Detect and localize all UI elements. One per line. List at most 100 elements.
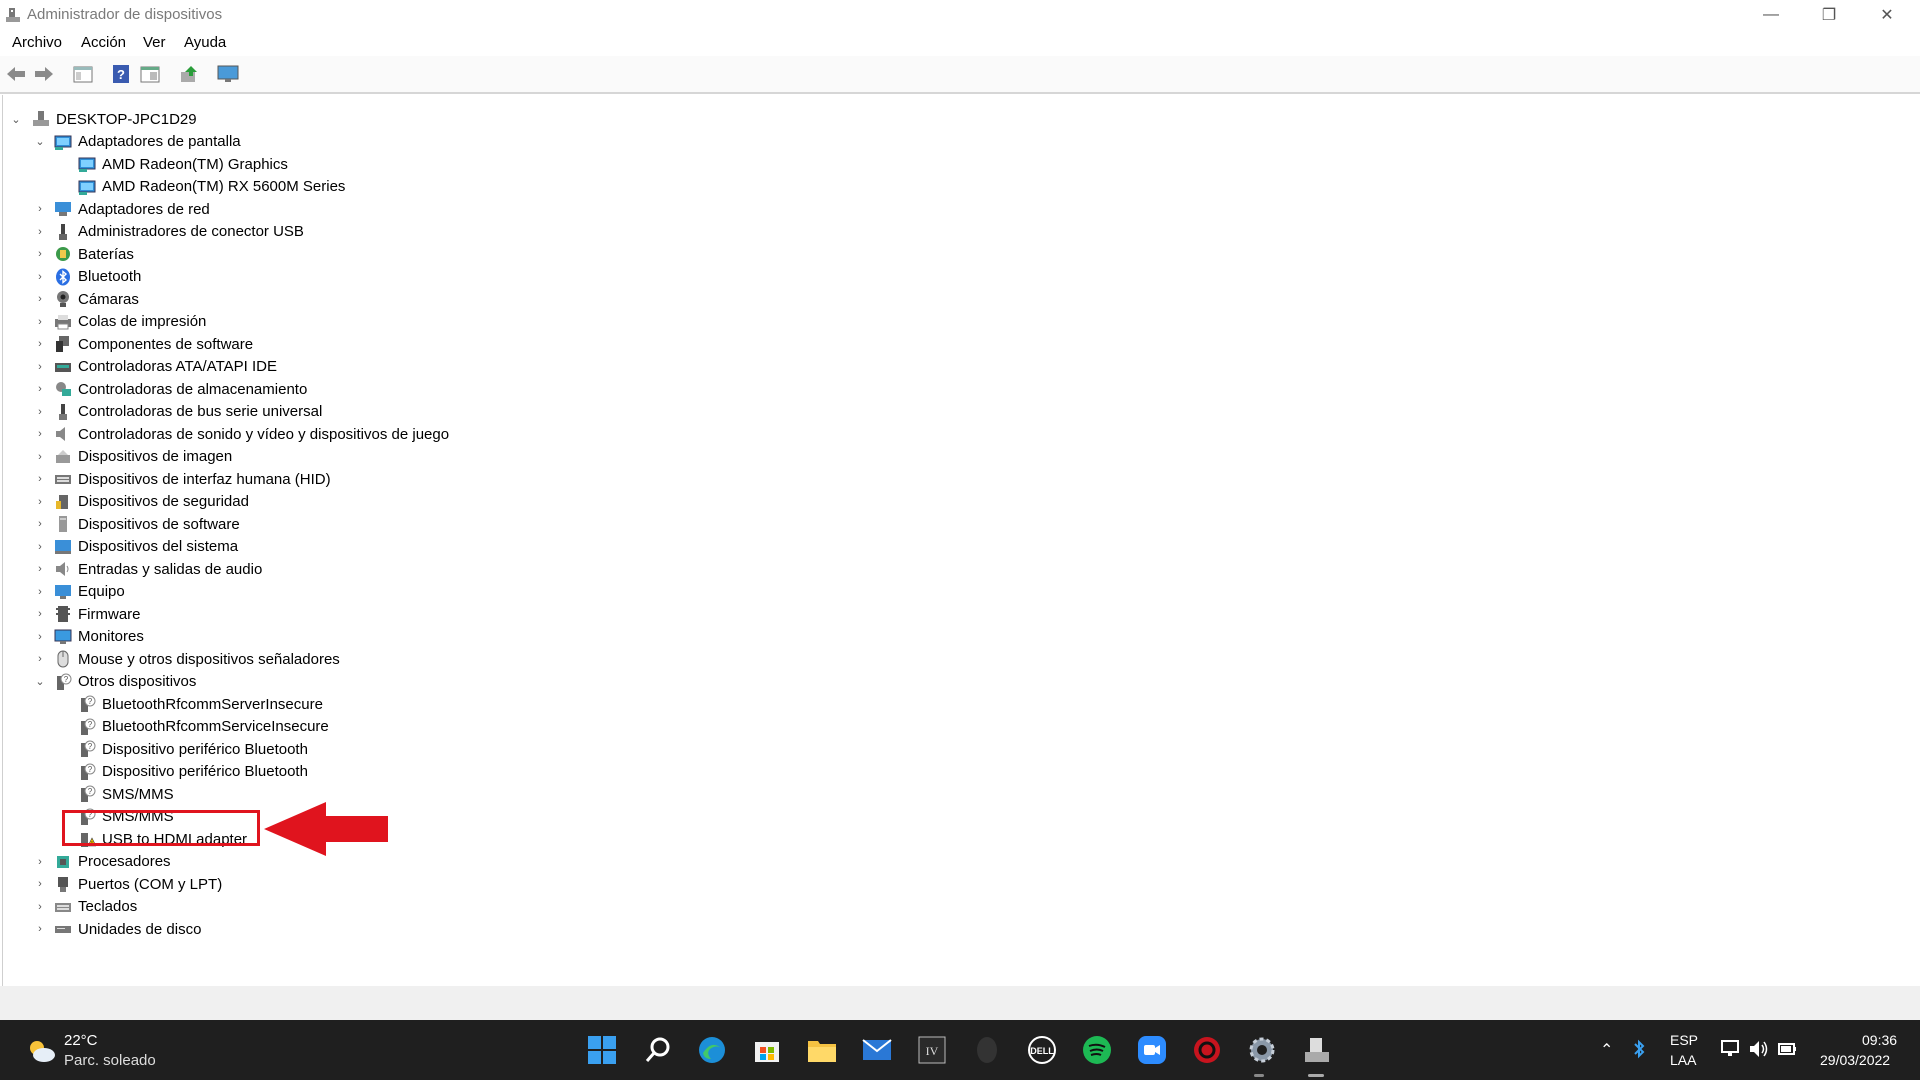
- printer-icon: [54, 313, 72, 331]
- edge-icon[interactable]: [696, 1034, 728, 1066]
- iv-app-icon[interactable]: IV: [916, 1034, 948, 1066]
- tree-item-label: Controladoras ATA/ATAPI IDE: [78, 358, 277, 375]
- network-icon[interactable]: [1720, 1038, 1742, 1060]
- running-indicator: [1254, 1074, 1264, 1077]
- hid-icon: [54, 470, 72, 488]
- chevron-right-icon[interactable]: ›: [34, 491, 46, 513]
- dell-icon[interactable]: DELL: [1026, 1034, 1058, 1066]
- chevron-right-icon[interactable]: ›: [34, 558, 46, 580]
- ide-controller-icon: [54, 358, 72, 376]
- tree-item-label: Puertos (COM y LPT): [78, 875, 223, 893]
- keyboard-icon: [54, 898, 72, 916]
- mouse-icon: [54, 650, 72, 668]
- usb-controller-icon: [54, 403, 72, 421]
- usb-connector-icon: [54, 223, 72, 241]
- svg-text:?: ?: [88, 697, 93, 706]
- tree-item-label: Entradas y salidas de audio: [78, 560, 263, 578]
- chevron-right-icon[interactable]: ›: [34, 423, 46, 445]
- mail-icon[interactable]: [861, 1034, 893, 1066]
- file-explorer-icon[interactable]: [806, 1034, 838, 1066]
- red-app-icon[interactable]: [1191, 1034, 1223, 1066]
- monitor-icon: [54, 628, 72, 646]
- tree-item-label: Equipo: [78, 583, 125, 600]
- chevron-right-icon[interactable]: ›: [34, 873, 46, 895]
- clock-date[interactable]: 29/03/2022: [1820, 1052, 1890, 1068]
- volume-icon[interactable]: [1748, 1038, 1770, 1060]
- properties-icon[interactable]: [139, 63, 161, 85]
- chevron-down-icon[interactable]: ⌄: [10, 108, 22, 130]
- chevron-right-icon[interactable]: ›: [34, 266, 46, 288]
- chevron-right-icon[interactable]: ›: [34, 918, 46, 940]
- battery-icon[interactable]: [1776, 1038, 1798, 1060]
- tree-item-label: BluetoothRfcommServerInsecure: [102, 695, 323, 713]
- chevron-right-icon[interactable]: ›: [34, 221, 46, 243]
- close-button[interactable]: ✕: [1858, 0, 1916, 30]
- tree-item-label: Mouse y otros dispositivos señaladores: [78, 650, 340, 668]
- chevron-up-icon[interactable]: ⌃: [1600, 1040, 1613, 1060]
- tree-item-label: AMD Radeon(TM) Graphics: [102, 155, 288, 173]
- menu-accion[interactable]: Acción: [81, 34, 126, 51]
- spotify-icon[interactable]: [1081, 1034, 1113, 1066]
- bluetooth-icon: [54, 268, 72, 286]
- taskbar: 22°C Parc. soleado IV DELL ⌃ ESP LAA 09:…: [0, 1020, 1920, 1080]
- chevron-right-icon[interactable]: ›: [34, 603, 46, 625]
- tree-item-label: SMS/MMS: [102, 785, 174, 803]
- back-icon[interactable]: [5, 63, 27, 85]
- svg-text:?: ?: [88, 720, 93, 729]
- tree-item-label: Dispositivos de software: [78, 515, 240, 533]
- zoom-icon[interactable]: [1136, 1034, 1168, 1066]
- chevron-right-icon[interactable]: ›: [34, 446, 46, 468]
- chevron-right-icon[interactable]: ›: [34, 648, 46, 670]
- weather-widget[interactable]: 22°C Parc. soleado: [26, 1030, 186, 1072]
- chevron-right-icon[interactable]: ›: [34, 288, 46, 310]
- chevron-right-icon[interactable]: ›: [34, 581, 46, 603]
- tree-item-label: Unidades de disco: [78, 920, 202, 938]
- tree-item-label: Controladoras de almacenamiento: [78, 380, 308, 398]
- tree-item-label: Dispositivos del sistema: [78, 538, 239, 555]
- search-icon[interactable]: [642, 1034, 674, 1066]
- imaging-device-icon: [54, 448, 72, 466]
- chevron-right-icon[interactable]: ›: [34, 333, 46, 355]
- software-device-icon: [54, 515, 72, 533]
- chevron-right-icon[interactable]: ›: [34, 198, 46, 220]
- chevron-right-icon[interactable]: ›: [34, 468, 46, 490]
- chevron-right-icon[interactable]: ›: [34, 311, 46, 333]
- partly-sunny-icon: [30, 1041, 55, 1062]
- toolbar: ?: [0, 56, 1920, 94]
- update-driver-icon[interactable]: [178, 63, 200, 85]
- lang-top[interactable]: ESP: [1670, 1032, 1698, 1048]
- chevron-right-icon[interactable]: ›: [34, 626, 46, 648]
- restore-button[interactable]: ❐: [1800, 0, 1858, 30]
- alienware-icon[interactable]: [971, 1034, 1003, 1066]
- chevron-right-icon[interactable]: ›: [34, 243, 46, 265]
- chevron-right-icon[interactable]: ›: [34, 356, 46, 378]
- start-icon[interactable]: [586, 1034, 618, 1066]
- chevron-right-icon[interactable]: ›: [34, 536, 46, 558]
- tree-item-label: Dispositivos de interfaz humana (HID): [78, 470, 331, 488]
- lang-bottom[interactable]: LAA: [1670, 1052, 1696, 1068]
- chevron-right-icon[interactable]: ›: [34, 851, 46, 873]
- chevron-down-icon[interactable]: ⌄: [34, 671, 46, 693]
- minimize-button[interactable]: —: [1742, 0, 1800, 30]
- bluetooth-icon[interactable]: [1632, 1038, 1646, 1060]
- menu-ver[interactable]: Ver: [143, 34, 166, 51]
- device-manager-icon[interactable]: [1301, 1034, 1333, 1066]
- chevron-right-icon[interactable]: ›: [34, 378, 46, 400]
- tree-item-label: Dispositivos de imagen: [78, 448, 233, 465]
- highlight-box: [62, 810, 260, 846]
- chevron-right-icon[interactable]: ›: [34, 401, 46, 423]
- help-icon[interactable]: ?: [110, 63, 132, 85]
- show-hide-tree-icon[interactable]: [72, 63, 94, 85]
- menu-ayuda[interactable]: Ayuda: [184, 34, 226, 51]
- settings-icon[interactable]: [1246, 1034, 1278, 1066]
- monitor-icon[interactable]: [217, 63, 239, 85]
- clock-time[interactable]: 09:36: [1862, 1032, 1897, 1048]
- store-icon[interactable]: [751, 1034, 783, 1066]
- chevron-right-icon[interactable]: ›: [34, 513, 46, 535]
- chevron-right-icon[interactable]: ›: [34, 896, 46, 918]
- unknown-device-icon: ?: [78, 785, 96, 803]
- menu-archivo[interactable]: Archivo: [12, 34, 62, 51]
- forward-icon[interactable]: [33, 63, 55, 85]
- chevron-down-icon[interactable]: ⌄: [34, 131, 46, 153]
- title-bar: Administrador de dispositivos — ❐ ✕: [0, 0, 1920, 30]
